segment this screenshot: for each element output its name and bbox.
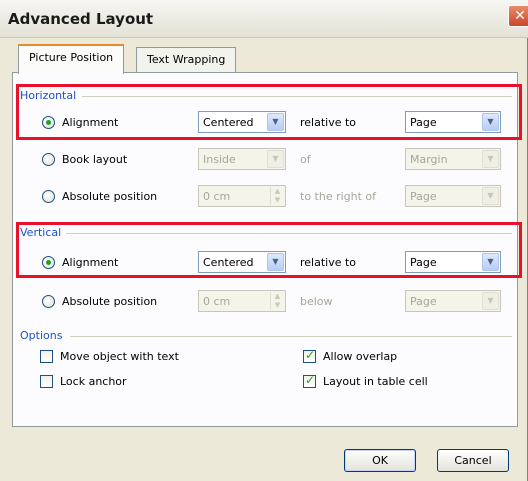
layout-in-cell-checkbox[interactable] <box>303 373 316 388</box>
tab-text-wrapping-label: Text Wrapping <box>147 53 226 66</box>
close-icon: ✕ <box>514 8 526 24</box>
allow-overlap-label: Allow overlap <box>323 350 398 363</box>
horizontal-absolute-value: 0 cm <box>203 190 231 203</box>
chevron-down-icon: ▼ <box>482 253 499 271</box>
book-layout-select[interactable]: Inside ▼ <box>198 148 286 170</box>
cancel-button-label: Cancel <box>454 454 492 467</box>
chevron-down-icon: ▼ <box>482 187 499 205</box>
vertical-alignment-label: Alignment <box>62 256 119 269</box>
vertical-absolute-radio[interactable] <box>42 295 55 308</box>
horizontal-alignment-label: Alignment <box>62 116 119 129</box>
layout-in-cell-label: Layout in table cell <box>323 375 428 388</box>
horizontal-absolute-radio[interactable] <box>42 190 55 203</box>
horizontal-alignment-select[interactable]: Centered ▼ <box>198 111 286 133</box>
chevron-down-icon: ▼ <box>267 253 284 271</box>
vertical-absolute-label: Absolute position <box>62 295 158 308</box>
chevron-down-icon: ▼ <box>482 113 499 131</box>
book-layout-of-select[interactable]: Margin ▼ <box>405 148 501 170</box>
lock-anchor-checkbox[interactable] <box>40 375 53 388</box>
vertical-absolute-rel-label: below <box>300 295 333 308</box>
dialog-title: Advanced Layout <box>8 10 154 28</box>
options-group-label: Options <box>20 329 63 342</box>
horizontal-absolute-rel-label: to the right of <box>300 190 377 203</box>
chevron-down-icon: ▼ <box>267 113 284 131</box>
allow-overlap-checkbox[interactable] <box>303 348 316 363</box>
chevron-down-icon: ▼ <box>482 150 499 168</box>
tab-text-wrapping[interactable]: Text Wrapping <box>136 47 237 73</box>
move-with-text-label: Move object with text <box>60 350 179 363</box>
horizontal-absolute-label: Absolute position <box>62 190 158 203</box>
horizontal-relative-value: Page <box>410 116 437 129</box>
vertical-alignment-select[interactable]: Centered ▼ <box>198 251 286 273</box>
horizontal-alignment-radio[interactable] <box>42 116 55 129</box>
horizontal-absolute-spinner[interactable]: 0 cm ▲ ▼ <box>198 185 286 207</box>
vertical-absolute-spinner[interactable]: 0 cm ▲ ▼ <box>198 290 286 312</box>
vertical-relative-value: Page <box>410 256 437 269</box>
book-layout-radio[interactable] <box>42 153 55 166</box>
vertical-alignment-value: Centered <box>203 256 254 269</box>
tab-picture-position[interactable]: Picture Position <box>18 44 125 74</box>
advanced-layout-dialog: Advanced Layout ✕ Picture Position Text … <box>0 0 528 481</box>
horizontal-absolute-rel-value: Page <box>410 190 437 203</box>
vertical-absolute-value: 0 cm <box>203 295 231 308</box>
book-layout-label: Book layout <box>62 153 128 166</box>
book-layout-of-label: of <box>300 153 311 166</box>
horizontal-absolute-rel-select[interactable]: Page ▼ <box>405 185 501 207</box>
close-button[interactable]: ✕ <box>508 5 528 27</box>
move-with-text-checkbox[interactable] <box>40 350 53 363</box>
book-layout-value: Inside <box>203 153 236 166</box>
tab-picture-position-label: Picture Position <box>29 51 114 64</box>
horizontal-relative-select[interactable]: Page ▼ <box>405 111 501 133</box>
vertical-alignment-radio[interactable] <box>42 256 55 269</box>
title-bar[interactable]: Advanced Layout ✕ <box>0 0 528 38</box>
vertical-relative-select[interactable]: Page ▼ <box>405 251 501 273</box>
options-divider <box>70 336 512 337</box>
vertical-relative-label: relative to <box>300 256 357 269</box>
ok-button[interactable]: OK <box>344 449 416 472</box>
horizontal-alignment-value: Centered <box>203 116 254 129</box>
cancel-button[interactable]: Cancel <box>437 449 509 472</box>
spinner-arrows-icon: ▲ ▼ <box>270 187 284 205</box>
ok-button-label: OK <box>372 454 388 467</box>
chevron-down-icon: ▼ <box>482 292 499 310</box>
book-layout-of-value: Margin <box>410 153 448 166</box>
spinner-arrows-icon: ▲ ▼ <box>270 292 284 310</box>
horizontal-relative-label: relative to <box>300 116 357 129</box>
vertical-absolute-rel-select[interactable]: Page ▼ <box>405 290 501 312</box>
lock-anchor-label: Lock anchor <box>60 375 127 388</box>
vertical-absolute-rel-value: Page <box>410 295 437 308</box>
chevron-down-icon: ▼ <box>267 150 284 168</box>
